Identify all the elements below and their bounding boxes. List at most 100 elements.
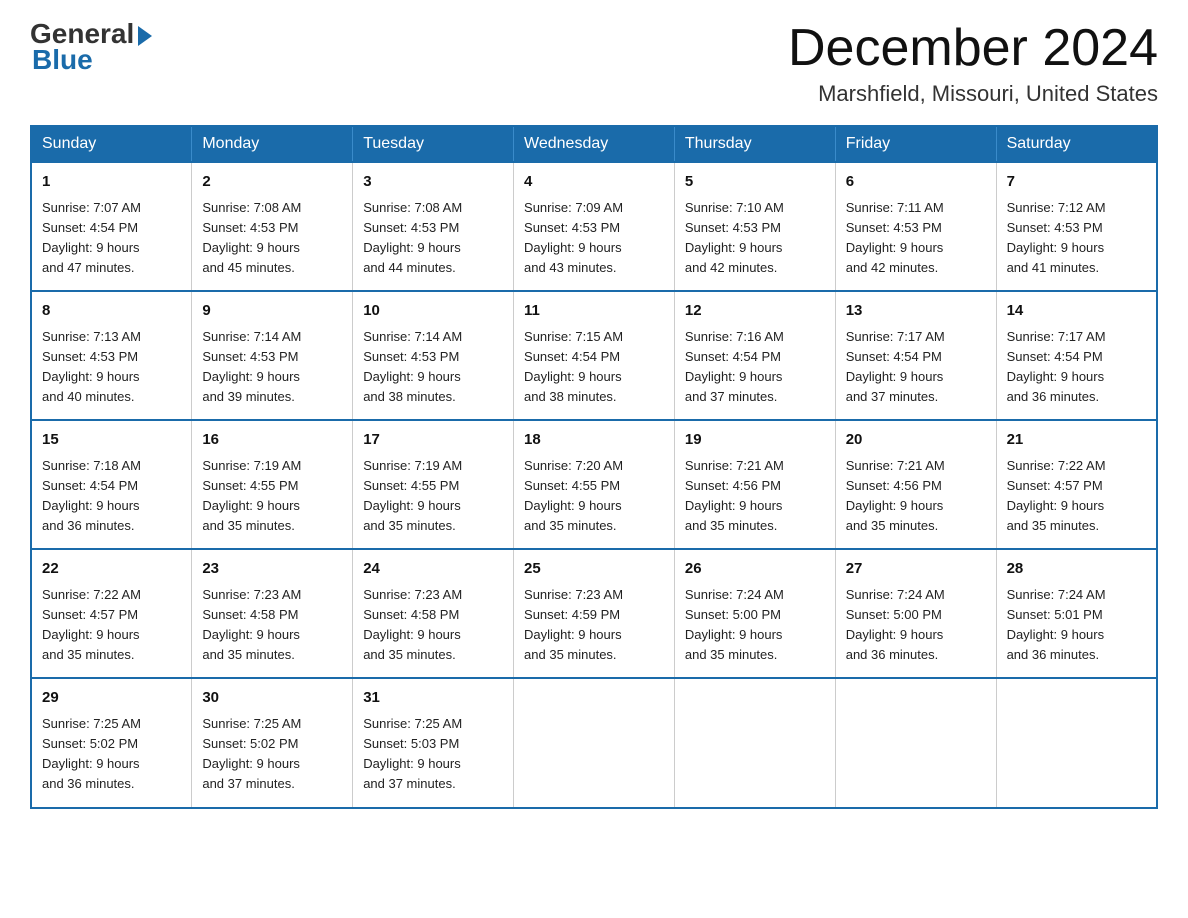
day-info: Sunrise: 7:23 AMSunset: 4:58 PMDaylight:…	[363, 585, 503, 666]
calendar-cell: 25 Sunrise: 7:23 AMSunset: 4:59 PMDayligh…	[514, 549, 675, 678]
calendar-cell: 18 Sunrise: 7:20 AMSunset: 4:55 PMDayligh…	[514, 420, 675, 549]
calendar-cell: 17Sunrise: 7:19 AMSunset: 4:55 PMDayligh…	[353, 420, 514, 549]
day-number: 10	[363, 300, 503, 323]
day-number: 17	[363, 429, 503, 452]
day-number: 27	[846, 558, 986, 581]
day-number: 7	[1007, 171, 1146, 194]
day-info: Sunrise: 7:25 AMSunset: 5:02 PMDaylight:…	[202, 714, 342, 795]
day-info: Sunrise: 7:21 AMSunset: 4:56 PMDaylight:…	[685, 456, 825, 537]
day-info: Sunrise: 7:25 AMSunset: 5:03 PMDaylight:…	[363, 714, 503, 795]
day-info: Sunrise: 7:23 AMSunset: 4:59 PMDaylight:…	[524, 585, 664, 666]
calendar-cell: 30 Sunrise: 7:25 AMSunset: 5:02 PMDayligh…	[192, 678, 353, 807]
day-number: 14	[1007, 300, 1146, 323]
day-info: Sunrise: 7:24 AMSunset: 5:00 PMDaylight:…	[685, 585, 825, 666]
calendar-cell: 3 Sunrise: 7:08 AMSunset: 4:53 PMDaylight…	[353, 162, 514, 291]
day-number: 24	[363, 558, 503, 581]
page-header: General Blue December 2024 Marshfield, M…	[30, 20, 1158, 107]
calendar-cell: 29 Sunrise: 7:25 AMSunset: 5:02 PMDayligh…	[31, 678, 192, 807]
calendar-week-row: 22 Sunrise: 7:22 AMSunset: 4:57 PMDayligh…	[31, 549, 1157, 678]
day-number: 28	[1007, 558, 1146, 581]
day-info: Sunrise: 7:09 AMSunset: 4:53 PMDaylight:…	[524, 198, 664, 279]
day-number: 2	[202, 171, 342, 194]
day-info: Sunrise: 7:23 AMSunset: 4:58 PMDaylight:…	[202, 585, 342, 666]
calendar-cell: 14 Sunrise: 7:17 AMSunset: 4:54 PMDayligh…	[996, 291, 1157, 420]
day-number: 16	[202, 429, 342, 452]
day-info: Sunrise: 7:18 AMSunset: 4:54 PMDaylight:…	[42, 456, 181, 537]
calendar-cell: 28 Sunrise: 7:24 AMSunset: 5:01 PMDayligh…	[996, 549, 1157, 678]
calendar-cell: 23Sunrise: 7:23 AMSunset: 4:58 PMDayligh…	[192, 549, 353, 678]
day-number: 31	[363, 687, 503, 710]
calendar-cell: 7 Sunrise: 7:12 AMSunset: 4:53 PMDaylight…	[996, 162, 1157, 291]
calendar-cell: 9 Sunrise: 7:14 AMSunset: 4:53 PMDaylight…	[192, 291, 353, 420]
calendar-cell	[996, 678, 1157, 807]
day-info: Sunrise: 7:08 AMSunset: 4:53 PMDaylight:…	[202, 198, 342, 279]
day-of-week-header: Tuesday	[353, 126, 514, 162]
day-number: 19	[685, 429, 825, 452]
day-info: Sunrise: 7:14 AMSunset: 4:53 PMDaylight:…	[363, 327, 503, 408]
logo: General Blue	[30, 20, 152, 74]
calendar-cell: 5Sunrise: 7:10 AMSunset: 4:53 PMDaylight…	[674, 162, 835, 291]
day-number: 26	[685, 558, 825, 581]
day-number: 12	[685, 300, 825, 323]
day-number: 4	[524, 171, 664, 194]
calendar-cell: 4 Sunrise: 7:09 AMSunset: 4:53 PMDaylight…	[514, 162, 675, 291]
calendar-cell: 8Sunrise: 7:13 AMSunset: 4:53 PMDaylight…	[31, 291, 192, 420]
day-of-week-header: Monday	[192, 126, 353, 162]
calendar-cell: 6 Sunrise: 7:11 AMSunset: 4:53 PMDaylight…	[835, 162, 996, 291]
calendar-cell: 22 Sunrise: 7:22 AMSunset: 4:57 PMDayligh…	[31, 549, 192, 678]
day-number: 3	[363, 171, 503, 194]
day-of-week-header: Thursday	[674, 126, 835, 162]
calendar-cell: 13 Sunrise: 7:17 AMSunset: 4:54 PMDayligh…	[835, 291, 996, 420]
day-number: 29	[42, 687, 181, 710]
day-number: 11	[524, 300, 664, 323]
day-info: Sunrise: 7:22 AMSunset: 4:57 PMDaylight:…	[42, 585, 181, 666]
day-number: 9	[202, 300, 342, 323]
day-of-week-header: Saturday	[996, 126, 1157, 162]
day-info: Sunrise: 7:11 AMSunset: 4:53 PMDaylight:…	[846, 198, 986, 279]
logo-blue-text: Blue	[30, 46, 93, 74]
calendar-cell	[514, 678, 675, 807]
day-info: Sunrise: 7:13 AMSunset: 4:53 PMDaylight:…	[42, 327, 181, 408]
day-of-week-header: Sunday	[31, 126, 192, 162]
title-block: December 2024 Marshfield, Missouri, Unit…	[788, 20, 1158, 107]
day-info: Sunrise: 7:15 AMSunset: 4:54 PMDaylight:…	[524, 327, 664, 408]
day-of-week-header: Wednesday	[514, 126, 675, 162]
calendar-cell: 27Sunrise: 7:24 AMSunset: 5:00 PMDayligh…	[835, 549, 996, 678]
day-info: Sunrise: 7:17 AMSunset: 4:54 PMDaylight:…	[846, 327, 986, 408]
calendar-cell: 31 Sunrise: 7:25 AMSunset: 5:03 PMDayligh…	[353, 678, 514, 807]
calendar-cell: 26 Sunrise: 7:24 AMSunset: 5:00 PMDayligh…	[674, 549, 835, 678]
calendar-cell: 16Sunrise: 7:19 AMSunset: 4:55 PMDayligh…	[192, 420, 353, 549]
day-info: Sunrise: 7:17 AMSunset: 4:54 PMDaylight:…	[1007, 327, 1146, 408]
day-info: Sunrise: 7:12 AMSunset: 4:53 PMDaylight:…	[1007, 198, 1146, 279]
logo-arrow-icon	[138, 26, 152, 46]
day-number: 30	[202, 687, 342, 710]
calendar-week-row: 1 Sunrise: 7:07 AMSunset: 4:54 PMDaylight…	[31, 162, 1157, 291]
month-title: December 2024	[788, 20, 1158, 77]
day-info: Sunrise: 7:07 AMSunset: 4:54 PMDaylight:…	[42, 198, 181, 279]
calendar-cell: 1 Sunrise: 7:07 AMSunset: 4:54 PMDaylight…	[31, 162, 192, 291]
day-number: 18	[524, 429, 664, 452]
day-number: 1	[42, 171, 181, 194]
calendar-cell: 12Sunrise: 7:16 AMSunset: 4:54 PMDayligh…	[674, 291, 835, 420]
calendar-table: SundayMondayTuesdayWednesdayThursdayFrid…	[30, 125, 1158, 808]
day-info: Sunrise: 7:24 AMSunset: 5:01 PMDaylight:…	[1007, 585, 1146, 666]
day-number: 13	[846, 300, 986, 323]
calendar-cell: 19 Sunrise: 7:21 AMSunset: 4:56 PMDayligh…	[674, 420, 835, 549]
calendar-cell: 11 Sunrise: 7:15 AMSunset: 4:54 PMDayligh…	[514, 291, 675, 420]
calendar-cell	[835, 678, 996, 807]
day-number: 6	[846, 171, 986, 194]
day-number: 5	[685, 171, 825, 194]
calendar-week-row: 15Sunrise: 7:18 AMSunset: 4:54 PMDayligh…	[31, 420, 1157, 549]
day-info: Sunrise: 7:08 AMSunset: 4:53 PMDaylight:…	[363, 198, 503, 279]
calendar-week-row: 29 Sunrise: 7:25 AMSunset: 5:02 PMDayligh…	[31, 678, 1157, 807]
day-info: Sunrise: 7:20 AMSunset: 4:55 PMDaylight:…	[524, 456, 664, 537]
day-info: Sunrise: 7:25 AMSunset: 5:02 PMDaylight:…	[42, 714, 181, 795]
day-number: 25	[524, 558, 664, 581]
day-number: 22	[42, 558, 181, 581]
day-info: Sunrise: 7:14 AMSunset: 4:53 PMDaylight:…	[202, 327, 342, 408]
day-number: 21	[1007, 429, 1146, 452]
calendar-cell: 20Sunrise: 7:21 AMSunset: 4:56 PMDayligh…	[835, 420, 996, 549]
calendar-cell: 10 Sunrise: 7:14 AMSunset: 4:53 PMDayligh…	[353, 291, 514, 420]
calendar-week-row: 8Sunrise: 7:13 AMSunset: 4:53 PMDaylight…	[31, 291, 1157, 420]
location-text: Marshfield, Missouri, United States	[788, 81, 1158, 107]
